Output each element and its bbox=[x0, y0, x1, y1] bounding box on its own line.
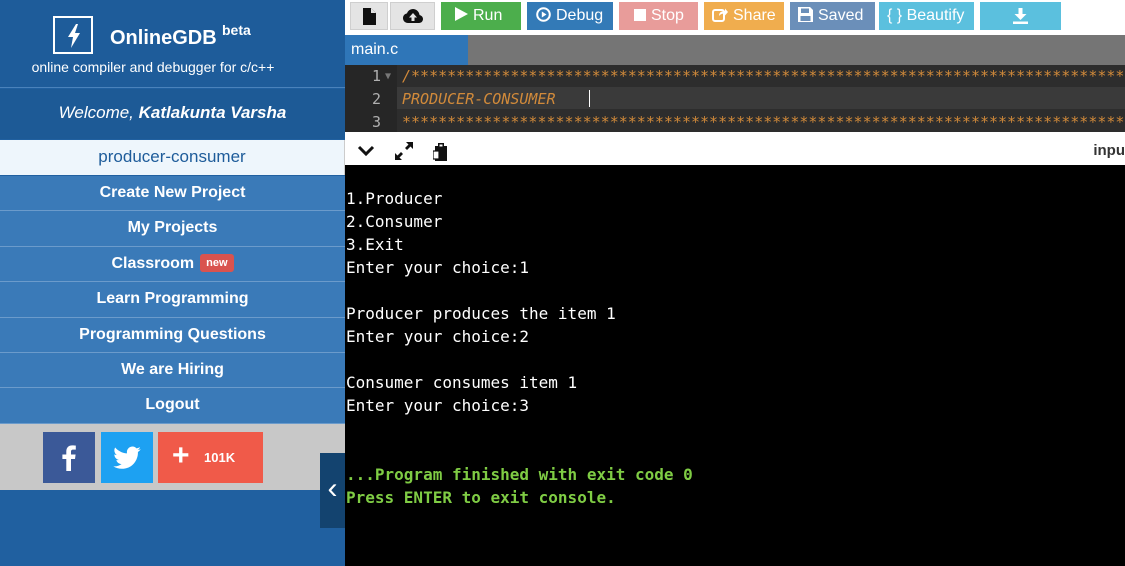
play-icon bbox=[455, 7, 468, 21]
debug-button[interactable]: Debug bbox=[527, 2, 613, 30]
chevron-down-icon[interactable] bbox=[357, 144, 375, 163]
text-cursor bbox=[589, 90, 590, 107]
welcome-message: Welcome, Katlakunta Varsha bbox=[0, 89, 345, 139]
tab-main-c[interactable]: main.c bbox=[345, 35, 468, 65]
sidebar-item-create-new-project[interactable]: Create New Project bbox=[0, 176, 345, 212]
sidebar-item-learn-programming[interactable]: Learn Programming bbox=[0, 282, 345, 318]
share-count: 101K bbox=[204, 450, 236, 465]
press-enter-message: Press ENTER to exit console. bbox=[346, 488, 616, 507]
sidebar-item-logout[interactable]: Logout bbox=[0, 388, 345, 424]
floppy-disk-icon bbox=[798, 7, 813, 22]
line-number: 3 bbox=[371, 113, 381, 131]
console-line: 2.Consumer bbox=[346, 212, 443, 231]
social-share-bar: + 101K bbox=[0, 424, 345, 490]
code-editor[interactable]: 1 ▼ /***********************************… bbox=[345, 65, 1125, 132]
brand-header: OnlineGDB beta online compiler and debug… bbox=[0, 0, 345, 88]
code-line: ****************************************… bbox=[402, 113, 1125, 131]
brand-beta-label: beta bbox=[222, 22, 251, 38]
line-number: 2 bbox=[371, 90, 381, 108]
download-icon bbox=[1013, 8, 1028, 24]
console-line: Consumer consumes item 1 bbox=[346, 373, 578, 392]
share-label: Share bbox=[733, 7, 776, 24]
sidebar-item-classroom[interactable]: Classroom new bbox=[0, 246, 345, 283]
collapse-sidebar-button[interactable]: ‹ bbox=[320, 453, 345, 528]
console-output[interactable]: 1.Producer 2.Consumer 3.Exit Enter your … bbox=[345, 165, 1125, 566]
welcome-prefix: Welcome, bbox=[58, 103, 139, 122]
run-label: Run bbox=[473, 7, 503, 24]
addthis-share-button[interactable]: + 101K bbox=[158, 432, 263, 483]
cloud-upload-icon bbox=[403, 9, 423, 23]
console-line: Enter your choice:2 bbox=[346, 327, 530, 346]
logo[interactable] bbox=[53, 16, 93, 54]
file-icon bbox=[363, 8, 376, 25]
twitter-share-button[interactable] bbox=[101, 432, 153, 483]
saved-label: Saved bbox=[818, 7, 864, 24]
file-tab-bar: main.c bbox=[345, 35, 1125, 65]
console-toolbar: inpu bbox=[345, 141, 1125, 165]
stop-icon bbox=[634, 9, 646, 21]
sidebar: OnlineGDB beta online compiler and debug… bbox=[0, 0, 345, 566]
share-icon bbox=[712, 8, 728, 22]
console-line: Producer produces the item 1 bbox=[346, 304, 616, 323]
sidebar-item-label: Classroom bbox=[111, 254, 195, 272]
play-circle-icon bbox=[536, 7, 551, 22]
sidebar-item-we-are-hiring[interactable]: We are Hiring bbox=[0, 352, 345, 389]
sidebar-item-programming-questions[interactable]: Programming Questions bbox=[0, 317, 345, 353]
debug-label: Debug bbox=[556, 7, 604, 24]
share-button[interactable]: Share bbox=[704, 2, 784, 30]
line-number: 1 bbox=[371, 67, 381, 85]
console-line: Enter your choice:3 bbox=[346, 396, 530, 415]
toolbar: Run Debug Stop Share Saved { } Beautify bbox=[345, 0, 1125, 35]
beautify-button[interactable]: { } Beautify bbox=[879, 2, 974, 30]
brand-name[interactable]: OnlineGDB bbox=[110, 27, 217, 50]
project-name-field[interactable]: producer-consumer bbox=[0, 140, 345, 175]
clipboard-icon[interactable] bbox=[432, 143, 449, 166]
new-file-button[interactable] bbox=[350, 2, 388, 30]
code-line: /***************************************… bbox=[402, 67, 1125, 85]
fold-arrow-icon[interactable]: ▼ bbox=[385, 71, 391, 82]
expand-icon[interactable] bbox=[395, 142, 413, 165]
save-button[interactable]: Saved bbox=[790, 2, 875, 30]
facebook-icon bbox=[62, 444, 76, 471]
sidebar-menu: Create New Project My Projects Classroom… bbox=[0, 176, 345, 424]
program-finished-message: ...Program finished with exit code 0 bbox=[346, 465, 693, 484]
lightning-bolt-icon bbox=[68, 24, 80, 48]
stop-label: Stop bbox=[651, 7, 684, 24]
console-line: 3.Exit bbox=[346, 235, 404, 254]
welcome-user: Katlakunta Varsha bbox=[138, 103, 287, 122]
brand-tagline: online compiler and debugger for c/c++ bbox=[31, 59, 275, 75]
twitter-icon bbox=[113, 446, 141, 469]
facebook-share-button[interactable] bbox=[43, 432, 95, 483]
plus-icon: + bbox=[172, 439, 190, 472]
download-button[interactable] bbox=[980, 2, 1061, 30]
console-line: Enter your choice:1 bbox=[346, 258, 530, 277]
new-badge: new bbox=[200, 253, 234, 272]
stop-button[interactable]: Stop bbox=[619, 2, 698, 30]
chevron-left-icon: ‹ bbox=[327, 472, 338, 505]
upload-button[interactable] bbox=[390, 2, 435, 30]
sidebar-item-my-projects[interactable]: My Projects bbox=[0, 211, 345, 247]
run-button[interactable]: Run bbox=[441, 2, 521, 30]
code-line: PRODUCER-CONSUMER bbox=[402, 90, 556, 108]
console-line: 1.Producer bbox=[346, 189, 443, 208]
input-tab[interactable]: inpu bbox=[1093, 142, 1125, 159]
